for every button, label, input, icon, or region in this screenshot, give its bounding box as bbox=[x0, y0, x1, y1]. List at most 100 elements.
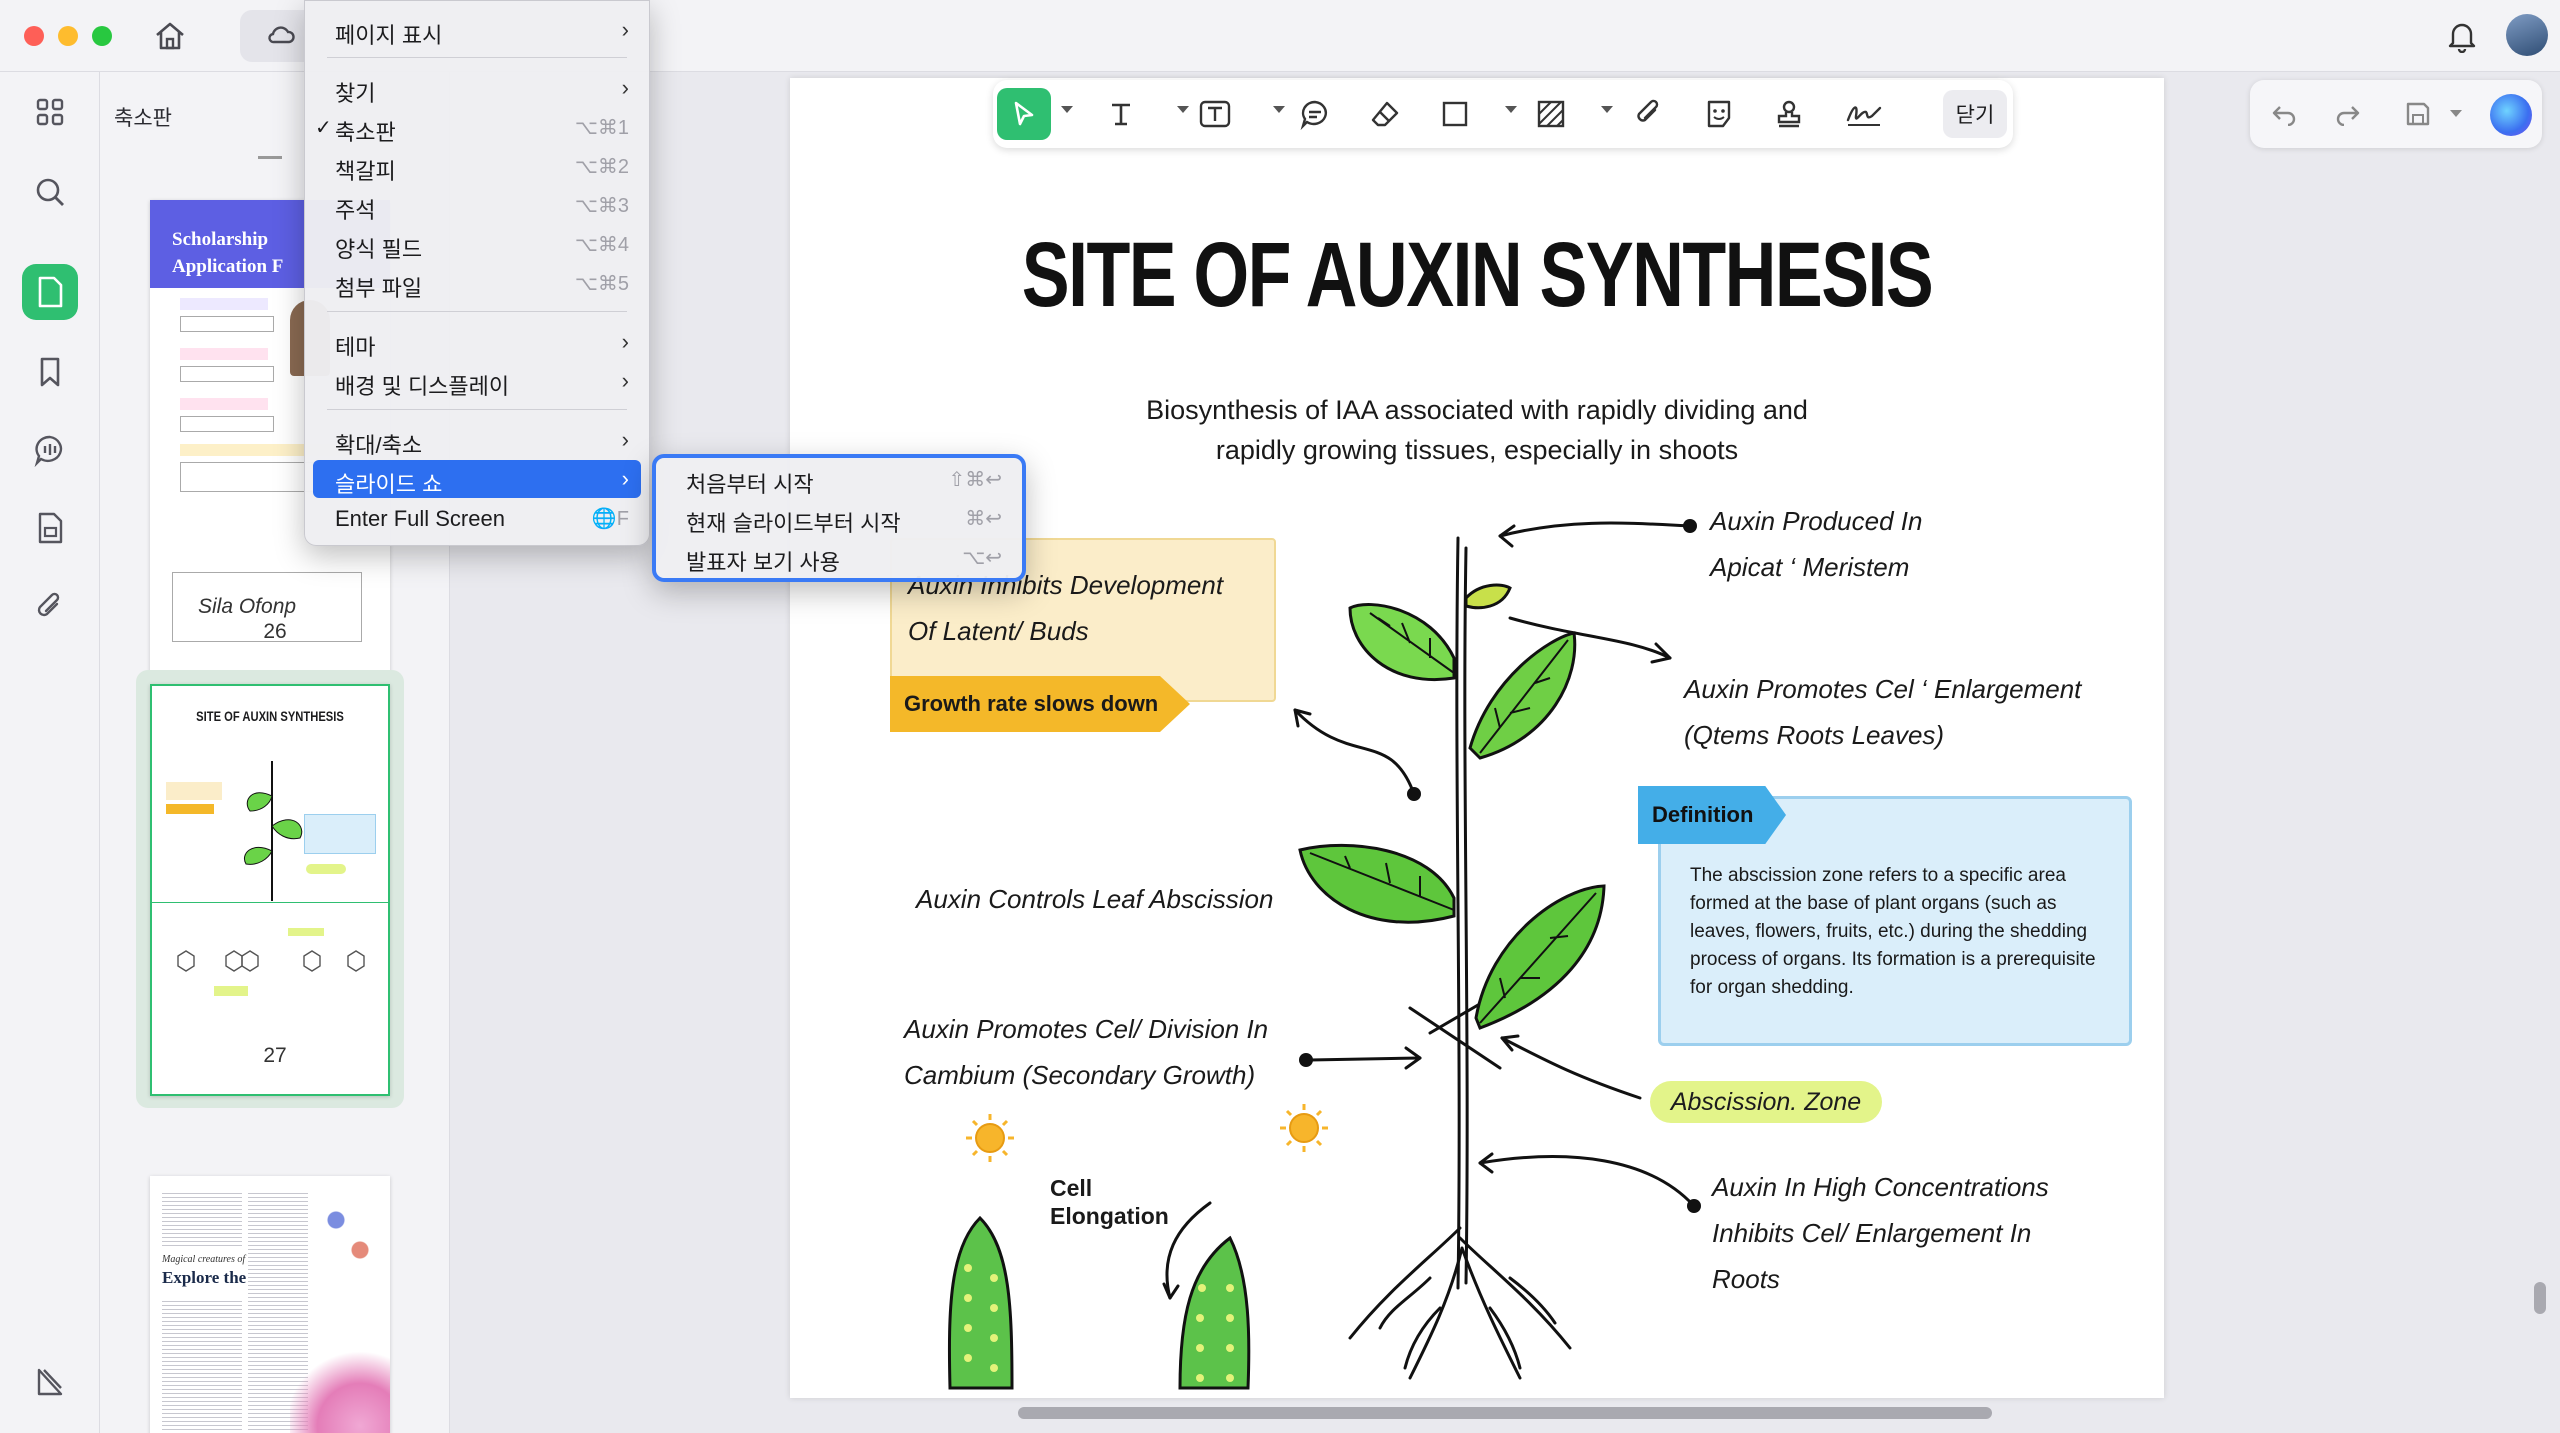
menu-item-label: 확대/축소 bbox=[335, 433, 423, 458]
home-icon[interactable] bbox=[148, 18, 192, 54]
menu-item-zoom[interactable]: 확대/축소 › bbox=[313, 421, 641, 459]
page-number: 26 bbox=[263, 620, 287, 643]
menu-shortcut: ⌥⌘2 bbox=[574, 156, 629, 178]
checkmark-icon: ✓ bbox=[315, 117, 332, 139]
sticker-icon[interactable] bbox=[1697, 88, 1741, 140]
menu-item-form-fields[interactable]: 양식 필드 ⌥⌘4 bbox=[313, 225, 641, 263]
menu-item-label: 슬라이드 쇼 bbox=[335, 472, 443, 497]
comment-tool-icon[interactable] bbox=[1293, 88, 1337, 140]
paperclip-icon[interactable] bbox=[1627, 88, 1671, 140]
form-icon[interactable] bbox=[22, 500, 78, 556]
chevron-down-icon[interactable] bbox=[1273, 106, 1285, 113]
thumb-title: SITE OF AUXIN SYNTHESIS bbox=[196, 708, 344, 724]
hatch-area-icon[interactable] bbox=[1529, 88, 1573, 140]
menu-shortcut: ⌥↩ bbox=[962, 547, 1002, 569]
cloud-icon bbox=[266, 22, 296, 48]
menu-separator bbox=[327, 409, 627, 410]
menu-item-label: Enter Full Screen bbox=[335, 506, 505, 531]
menu-item-attachments[interactable]: 첨부 파일 ⌥⌘5 bbox=[313, 264, 641, 302]
menu-item-page-display[interactable]: 페이지 표시 › bbox=[313, 11, 641, 49]
page-number: 27 bbox=[263, 1044, 287, 1067]
menu-item-background-display[interactable]: 배경 및 디스플레이 › bbox=[313, 362, 641, 400]
right-toolbar bbox=[2250, 80, 2542, 148]
chevron-down-icon[interactable] bbox=[1177, 106, 1189, 113]
menu-item-label: 발표자 보기 사용 bbox=[686, 550, 840, 575]
menu-separator bbox=[327, 311, 627, 312]
menu-item-find[interactable]: 찾기 › bbox=[313, 69, 641, 107]
menu-shortcut: ⌘↩ bbox=[965, 508, 1002, 530]
menu-item-label: 배경 및 디스플레이 bbox=[335, 374, 510, 399]
avatar[interactable] bbox=[2506, 14, 2548, 56]
chevron-down-icon[interactable] bbox=[1601, 106, 1613, 113]
menu-item-label: 주석 bbox=[335, 198, 376, 223]
menu-item-slideshow[interactable]: 슬라이드 쇼 › bbox=[313, 460, 641, 498]
vertical-scrollbar[interactable] bbox=[2534, 1282, 2546, 1314]
menu-shortcut: ⇧⌘↩ bbox=[948, 469, 1002, 491]
left-rail bbox=[0, 72, 100, 1433]
chevron-right-icon: › bbox=[621, 75, 629, 100]
menu-item-label: 페이지 표시 bbox=[335, 23, 443, 48]
menu-item-start-from-current[interactable]: 현재 슬라이드부터 시작 ⌘↩ bbox=[664, 499, 1014, 537]
menu-item-annotations[interactable]: 주석 ⌥⌘3 bbox=[313, 186, 641, 224]
redo-icon[interactable] bbox=[2330, 96, 2366, 132]
horizontal-scrollbar[interactable] bbox=[1018, 1407, 1992, 1419]
apps-grid-icon[interactable] bbox=[22, 84, 78, 140]
menu-item-full-screen[interactable]: Enter Full Screen 🌐F bbox=[313, 499, 641, 537]
menu-shortcut: 🌐F bbox=[591, 508, 629, 530]
search-icon[interactable] bbox=[22, 164, 78, 220]
stamp-icon[interactable] bbox=[1767, 88, 1811, 140]
signature-icon[interactable] bbox=[1839, 88, 1889, 140]
select-cursor-icon[interactable] bbox=[997, 88, 1051, 140]
menu-item-label: 처음부터 시작 bbox=[686, 472, 814, 497]
ai-assistant-icon[interactable] bbox=[2490, 94, 2532, 136]
bell-icon[interactable] bbox=[2442, 16, 2482, 56]
eraser-icon[interactable] bbox=[1363, 88, 1407, 140]
menu-shortcut: ⌥⌘1 bbox=[574, 117, 629, 139]
chevron-right-icon: › bbox=[621, 427, 629, 452]
menu-item-thumbnails[interactable]: ✓ 축소판 ⌥⌘1 bbox=[313, 108, 641, 146]
minimize-window-button[interactable] bbox=[58, 26, 78, 46]
save-icon[interactable] bbox=[2400, 96, 2436, 132]
page-thumbnail-27[interactable]: SITE OF AUXIN SYNTHESIS bbox=[150, 684, 390, 1096]
menu-item-label: 양식 필드 bbox=[335, 237, 423, 262]
bookmark-icon[interactable] bbox=[22, 344, 78, 400]
close-toolbar-button[interactable]: 닫기 bbox=[1943, 90, 2007, 138]
chevron-down-icon[interactable] bbox=[1505, 106, 1517, 113]
chevron-right-icon: › bbox=[621, 329, 629, 354]
chevron-down-icon[interactable] bbox=[1061, 106, 1073, 113]
annotation-toolbar: 닫기 bbox=[993, 80, 2013, 148]
layers-icon[interactable] bbox=[22, 1354, 78, 1410]
menu-item-label: 현재 슬라이드부터 시작 bbox=[686, 511, 901, 536]
paperclip-icon[interactable] bbox=[22, 578, 78, 634]
text-tool-icon[interactable] bbox=[1099, 88, 1143, 140]
panel-title: 축소판 bbox=[114, 107, 172, 130]
plant-illustration bbox=[947, 519, 1701, 1390]
menu-separator bbox=[327, 57, 627, 58]
menu-item-theme[interactable]: 테마 › bbox=[313, 323, 641, 361]
drag-handle[interactable] bbox=[258, 156, 282, 159]
menu-item-label: 첨부 파일 bbox=[335, 276, 423, 301]
chevron-down-icon[interactable] bbox=[2450, 110, 2462, 117]
chevron-right-icon: › bbox=[621, 17, 629, 42]
menu-item-label: 책갈피 bbox=[335, 159, 396, 184]
undo-icon[interactable] bbox=[2266, 96, 2302, 132]
document-page: SITE OF AUXIN SYNTHESIS Biosynthesis of … bbox=[790, 78, 2164, 1398]
text-box-icon[interactable] bbox=[1193, 88, 1237, 140]
view-menu: 페이지 표시 › 찾기 › ✓ 축소판 ⌥⌘1 책갈피 ⌥⌘2 주석 ⌥⌘3 양식 필드 ⌥⌘… bbox=[304, 0, 650, 546]
page-thumbnail-28[interactable]: Magical creatures of the sea. Explore th… bbox=[150, 1176, 390, 1433]
menu-item-bookmarks[interactable]: 책갈피 ⌥⌘2 bbox=[313, 147, 641, 185]
close-window-button[interactable] bbox=[24, 26, 44, 46]
menu-item-presenter-view[interactable]: 발표자 보기 사용 ⌥↩ bbox=[664, 538, 1014, 576]
menu-shortcut: ⌥⌘3 bbox=[574, 195, 629, 217]
menu-item-start-from-beginning[interactable]: 처음부터 시작 ⇧⌘↩ bbox=[664, 460, 1014, 498]
chevron-right-icon: › bbox=[621, 368, 629, 393]
menu-item-label: 찾기 bbox=[335, 81, 376, 106]
thumb-signature: Sila Ofonp bbox=[198, 595, 297, 618]
menu-shortcut: ⌥⌘5 bbox=[574, 273, 629, 295]
zoom-window-button[interactable] bbox=[92, 26, 112, 46]
menu-item-label: 테마 bbox=[335, 335, 376, 360]
rectangle-tool-icon[interactable] bbox=[1433, 88, 1477, 140]
comment-icon[interactable] bbox=[22, 422, 78, 478]
thumbnails-icon[interactable] bbox=[22, 264, 78, 320]
menu-shortcut: ⌥⌘4 bbox=[574, 234, 629, 256]
